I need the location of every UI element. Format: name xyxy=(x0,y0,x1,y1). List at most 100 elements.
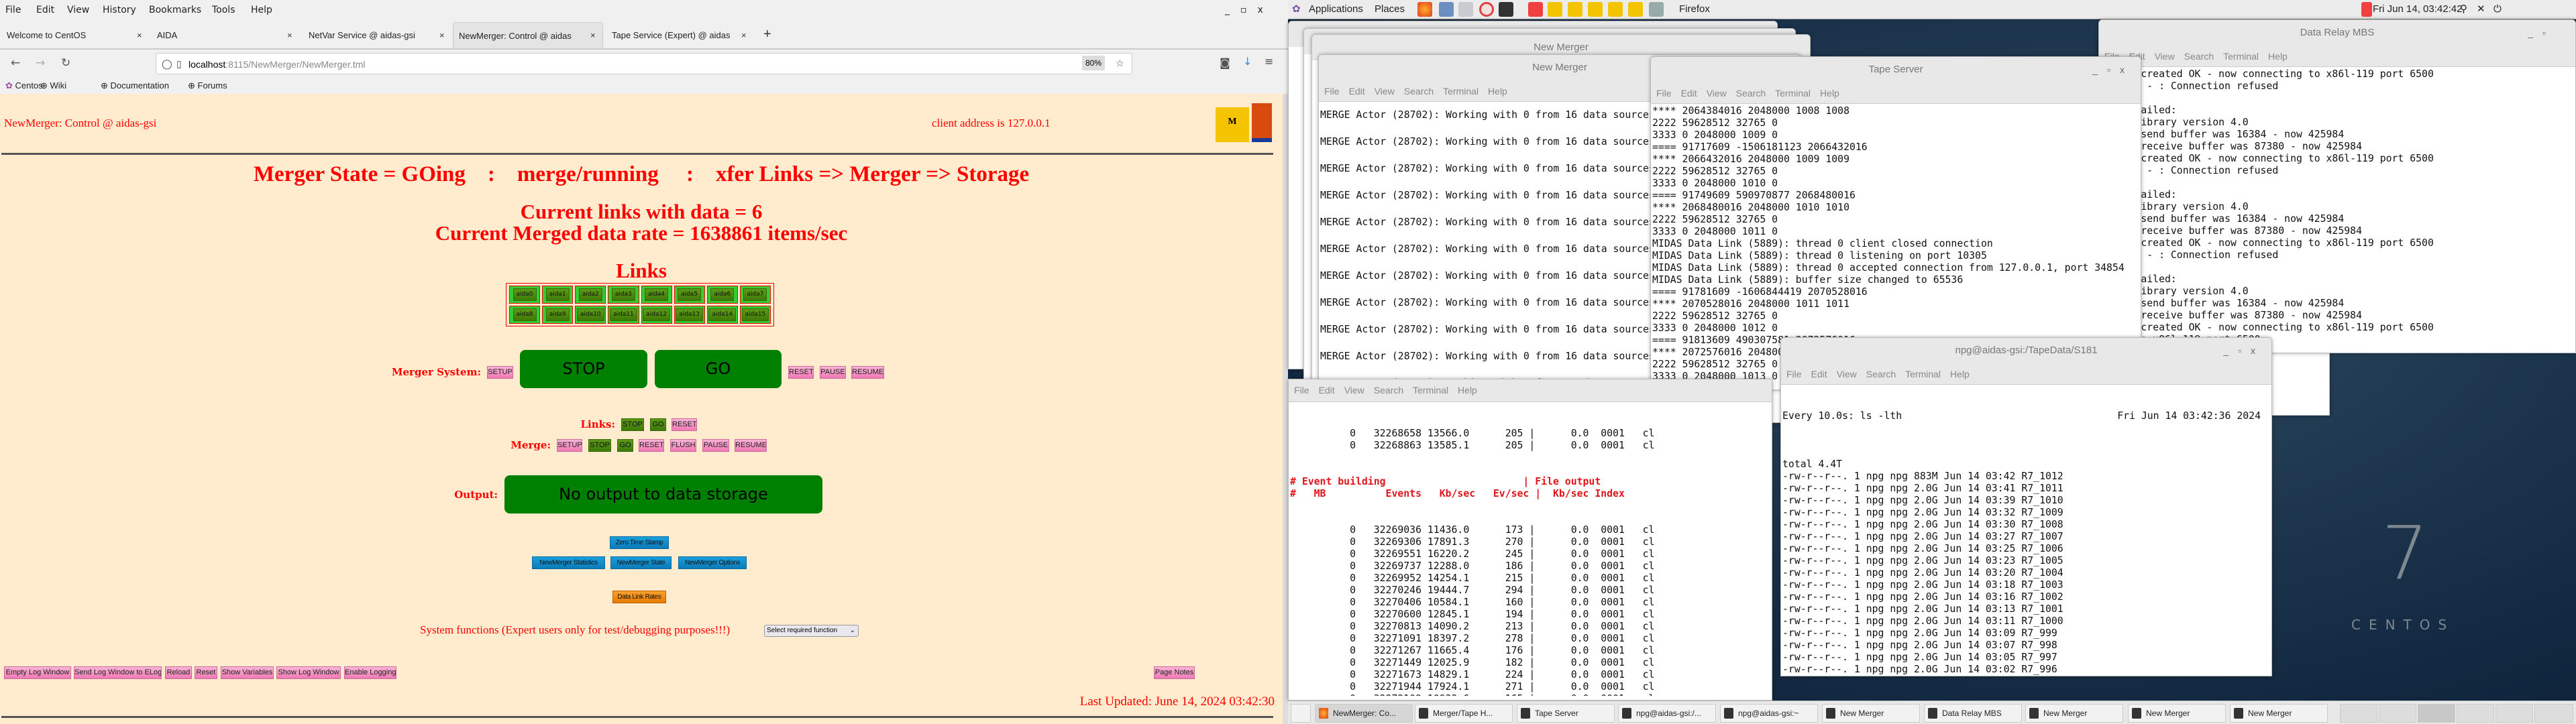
newmerger-state-button[interactable]: NewMerger State xyxy=(610,556,672,569)
taskbar-item[interactable]: NewMerger: Co... xyxy=(1315,704,1413,723)
clock[interactable]: Fri Jun 14, 03:42:42 xyxy=(2373,3,2462,15)
window-controls[interactable]: _▫ xyxy=(2528,20,2555,46)
midas-launcher-icon[interactable] xyxy=(1548,2,1562,17)
volume-muted-icon[interactable]: ✕ xyxy=(2477,3,2485,15)
empty-log-window-button[interactable]: Empty Log Window xyxy=(4,666,71,679)
file-manager-icon[interactable] xyxy=(1439,2,1454,17)
link-aida2-button[interactable]: aida2 xyxy=(578,288,602,301)
taskbar-item[interactable]: npg@aidas-gsi:/... xyxy=(1618,704,1716,723)
terminal-menu-terminal[interactable]: Terminal xyxy=(1905,369,1941,379)
terminal-menu-file[interactable]: File xyxy=(1324,86,1340,97)
window-controls[interactable]: _▫x xyxy=(2223,338,2265,363)
taskbar-item[interactable]: New Merger xyxy=(2230,704,2328,723)
back-icon[interactable]: ← xyxy=(11,56,20,70)
terminal-menu-edit[interactable]: Edit xyxy=(1811,369,1827,379)
firefox-launcher-icon[interactable] xyxy=(1417,2,1432,17)
workspace-3[interactable] xyxy=(2418,704,2455,723)
workspace-5[interactable] xyxy=(2496,704,2533,723)
merge-resume-button[interactable]: RESUME xyxy=(735,439,767,452)
menu-history[interactable]: History xyxy=(103,4,136,16)
terminal-menu-edit[interactable]: Edit xyxy=(1349,86,1365,97)
url-bar[interactable]: ◯ ▯ localhost:8115/NewMerger/NewMerger.t… xyxy=(156,53,1132,74)
bookmark-wiki[interactable]: ⊕ Wiki xyxy=(40,80,66,91)
menu-tools[interactable]: Tools xyxy=(212,4,235,16)
link-aida3-button[interactable]: aida3 xyxy=(611,288,635,301)
send-log-to-elog-button[interactable]: Send Log Window to ELog xyxy=(74,666,162,679)
window-icon[interactable] xyxy=(1649,2,1664,17)
link-aida13-button[interactable]: aida13 xyxy=(676,308,704,321)
page-scrollbar[interactable] xyxy=(1283,94,1288,724)
output-status-button[interactable]: No output to data storage xyxy=(504,475,822,514)
taskbar-item[interactable]: npg@aidas-gsi:~ xyxy=(1720,704,1818,723)
terminal-menu-search[interactable]: Search xyxy=(1374,385,1403,396)
menu-view[interactable]: View xyxy=(67,4,89,16)
terminal-menu-help[interactable]: Help xyxy=(2268,51,2288,62)
file-listing[interactable]: total 4.4T -rw-r--r--. 1 npg npg 883M Jun… xyxy=(1782,446,2270,676)
taskbar-item[interactable]: New Merger xyxy=(2128,704,2226,723)
network-icon[interactable]: ⚲ xyxy=(2460,3,2467,15)
links-go-button[interactable]: GO xyxy=(650,418,666,431)
link-aida7-button[interactable]: aida7 xyxy=(743,288,767,301)
merger-stop-button[interactable]: STOP xyxy=(520,350,647,388)
anydesk-status-icon[interactable] xyxy=(2361,2,2372,17)
reload-icon[interactable]: ↻ xyxy=(61,56,70,70)
terminal-menu-search[interactable]: Search xyxy=(1736,88,1766,99)
terminal-menu-view[interactable]: View xyxy=(1837,369,1857,379)
menu-edit[interactable]: Edit xyxy=(36,4,54,16)
data-link-rates-button[interactable]: Data Link Rates xyxy=(612,591,666,603)
midas-launcher-icon[interactable] xyxy=(1568,2,1582,17)
terminal-menu-search[interactable]: Search xyxy=(1866,369,1896,379)
new-tab-icon[interactable]: + xyxy=(763,27,771,42)
forward-icon[interactable]: → xyxy=(36,56,45,70)
merge-pause-button[interactable]: PAUSE xyxy=(702,439,729,452)
link-aida0-button[interactable]: aida0 xyxy=(513,288,537,301)
links-reset-button[interactable]: RESET xyxy=(672,418,697,431)
window-controls[interactable]: _▫x xyxy=(2092,57,2134,82)
close-tab-icon[interactable]: × xyxy=(741,30,747,41)
terminal-menu-file[interactable]: File xyxy=(1656,88,1672,99)
link-aida10-button[interactable]: aida10 xyxy=(576,308,604,321)
merger-tape-terminal-window[interactable]: File Edit View Search Terminal Help 0 3226865… xyxy=(1288,379,1772,701)
reload-button[interactable]: Reload xyxy=(165,666,192,679)
terminal-output[interactable]: socket created OK - now connecting to x8… xyxy=(2099,67,2575,347)
close-tab-icon[interactable]: × xyxy=(137,30,142,41)
terminal-menu-help[interactable]: Help xyxy=(1950,369,1970,379)
terminal-menu-file[interactable]: File xyxy=(1786,369,1802,379)
workspace-4[interactable] xyxy=(2457,704,2494,723)
midas-launcher-icon[interactable] xyxy=(1628,2,1643,17)
merger-go-button[interactable]: GO xyxy=(655,350,782,388)
bookmark-documentation[interactable]: ⊕ Documentation xyxy=(101,80,169,91)
power-icon[interactable]: ⏻ xyxy=(2493,3,2502,15)
terminal-output[interactable]: 0 32268658 13566.0 205 | 0.0 0001 cl 0 3… xyxy=(1289,402,1772,696)
menu-file[interactable]: File xyxy=(5,4,21,16)
bookmark-star-icon[interactable]: ☆ xyxy=(1116,57,1124,69)
taskbar-item[interactable]: Tape Server xyxy=(1517,704,1615,723)
zero-time-stamp-button[interactable]: Zero Time Stamp xyxy=(610,536,669,549)
terminal-menu-help[interactable]: Help xyxy=(1488,86,1507,97)
menu-bookmarks[interactable]: Bookmarks xyxy=(149,4,201,16)
screenshot-icon[interactable] xyxy=(1458,2,1473,17)
workspace-2[interactable] xyxy=(2379,704,2416,723)
newmerger-statistics-button[interactable]: NewMerger Statistics xyxy=(532,556,605,569)
show-desktop-button[interactable] xyxy=(1291,704,1311,723)
merger-reset-button[interactable]: RESET xyxy=(788,366,814,379)
midas-launcher-icon[interactable] xyxy=(1608,2,1623,17)
bookmark-forums[interactable]: ⊕ Forums xyxy=(188,80,227,91)
terminal-menu-terminal[interactable]: Terminal xyxy=(1413,385,1448,396)
midas-launcher-icon[interactable] xyxy=(1588,2,1603,17)
show-variables-button[interactable]: Show Variables xyxy=(221,666,274,679)
terminal-menu-edit[interactable]: Edit xyxy=(1681,88,1697,99)
tab-netvar-service[interactable]: NetVar Service @ aidas-gsi xyxy=(303,22,437,49)
terminal-menu-view[interactable]: View xyxy=(1375,86,1395,97)
terminal-menu-help[interactable]: Help xyxy=(1820,88,1839,99)
merge-stop-button[interactable]: STOP xyxy=(588,439,611,452)
merger-pause-button[interactable]: PAUSE xyxy=(820,366,846,379)
terminal-menu-view[interactable]: View xyxy=(1707,88,1727,99)
terminal-menu-view[interactable]: View xyxy=(2155,51,2175,62)
link-aida6-button[interactable]: aida6 xyxy=(710,288,735,301)
newmerger-options-button[interactable]: NewMerger Options xyxy=(678,556,747,569)
link-aida11-button[interactable]: aida11 xyxy=(610,308,637,321)
merger-setup-button[interactable]: SETUP xyxy=(487,366,513,379)
page-notes-button[interactable]: Page Notes xyxy=(1154,666,1195,679)
event-building-rows[interactable]: 0 32269036 11436.0 173 | 0.0 0001 cl 0 3… xyxy=(1290,524,1770,696)
